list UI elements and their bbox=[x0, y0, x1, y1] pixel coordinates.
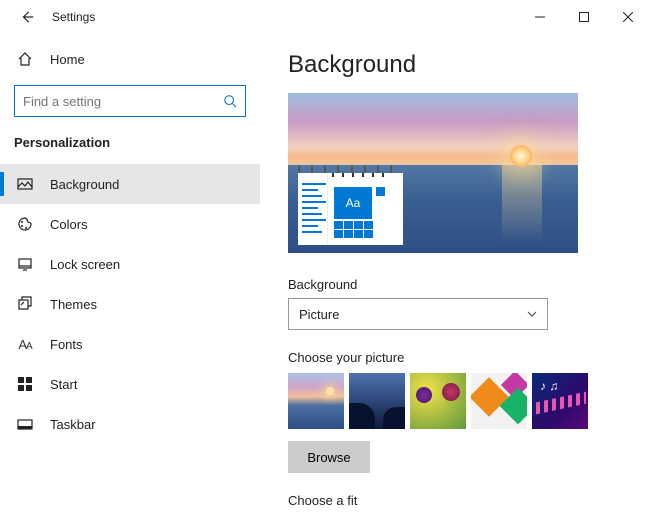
background-preview: Aa bbox=[288, 93, 578, 253]
background-type-dropdown[interactable]: Picture bbox=[288, 298, 548, 330]
fonts-icon: AA bbox=[16, 337, 34, 352]
background-field-label: Background bbox=[288, 277, 626, 292]
sidebar-item-themes[interactable]: Themes bbox=[0, 284, 260, 324]
sidebar-item-label: Colors bbox=[50, 217, 88, 232]
picture-thumb[interactable] bbox=[532, 373, 588, 429]
chevron-down-icon bbox=[527, 311, 537, 317]
sidebar: Home Personalization Background bbox=[0, 33, 260, 514]
window-controls bbox=[518, 0, 650, 33]
preview-mock-window: Aa bbox=[298, 173, 403, 245]
taskbar-icon bbox=[16, 416, 34, 432]
search-box[interactable] bbox=[14, 85, 246, 117]
search-icon bbox=[223, 94, 237, 108]
sidebar-item-fonts[interactable]: AA Fonts bbox=[0, 324, 260, 364]
choose-fit-label: Choose a fit bbox=[288, 493, 626, 508]
maximize-button[interactable] bbox=[562, 0, 606, 33]
page-title: Background bbox=[288, 51, 626, 79]
lockscreen-icon bbox=[16, 256, 34, 272]
sidebar-item-background[interactable]: Background bbox=[0, 164, 260, 204]
dropdown-value: Picture bbox=[299, 307, 339, 322]
search-row bbox=[0, 77, 260, 131]
picture-icon bbox=[16, 176, 34, 192]
back-button[interactable] bbox=[16, 6, 38, 28]
sidebar-item-label: Taskbar bbox=[50, 417, 96, 432]
main-container: Home Personalization Background bbox=[0, 33, 650, 514]
sidebar-item-label: Lock screen bbox=[50, 257, 120, 272]
palette-icon bbox=[16, 216, 34, 232]
sidebar-item-label: Fonts bbox=[50, 337, 83, 352]
sidebar-item-colors[interactable]: Colors bbox=[0, 204, 260, 244]
sidebar-item-start[interactable]: Start bbox=[0, 364, 260, 404]
picture-thumb[interactable] bbox=[349, 373, 405, 429]
browse-button[interactable]: Browse bbox=[288, 441, 370, 473]
home-icon bbox=[16, 51, 34, 67]
picture-thumbs bbox=[288, 373, 626, 429]
sidebar-item-label: Themes bbox=[50, 297, 97, 312]
preview-sample-text: Aa bbox=[334, 187, 372, 219]
sidebar-nav: Background Colors Lock screen Themes bbox=[0, 164, 260, 444]
start-icon bbox=[16, 377, 34, 391]
search-input[interactable] bbox=[23, 94, 223, 109]
minimize-button[interactable] bbox=[518, 0, 562, 33]
themes-icon bbox=[16, 296, 34, 312]
window-title: Settings bbox=[52, 10, 95, 24]
home-button[interactable]: Home bbox=[0, 41, 260, 77]
close-button[interactable] bbox=[606, 0, 650, 33]
sidebar-item-label: Start bbox=[50, 377, 77, 392]
titlebar: Settings bbox=[0, 0, 650, 33]
choose-picture-label: Choose your picture bbox=[288, 350, 626, 365]
sidebar-item-taskbar[interactable]: Taskbar bbox=[0, 404, 260, 444]
picture-thumb[interactable] bbox=[410, 373, 466, 429]
sidebar-item-lockscreen[interactable]: Lock screen bbox=[0, 244, 260, 284]
content-pane: Background Aa Background bbox=[260, 33, 650, 514]
sidebar-item-label: Background bbox=[50, 177, 119, 192]
picture-thumb[interactable] bbox=[288, 373, 344, 429]
picture-thumb[interactable] bbox=[471, 373, 527, 429]
home-label: Home bbox=[50, 52, 85, 67]
section-label: Personalization bbox=[0, 131, 260, 164]
